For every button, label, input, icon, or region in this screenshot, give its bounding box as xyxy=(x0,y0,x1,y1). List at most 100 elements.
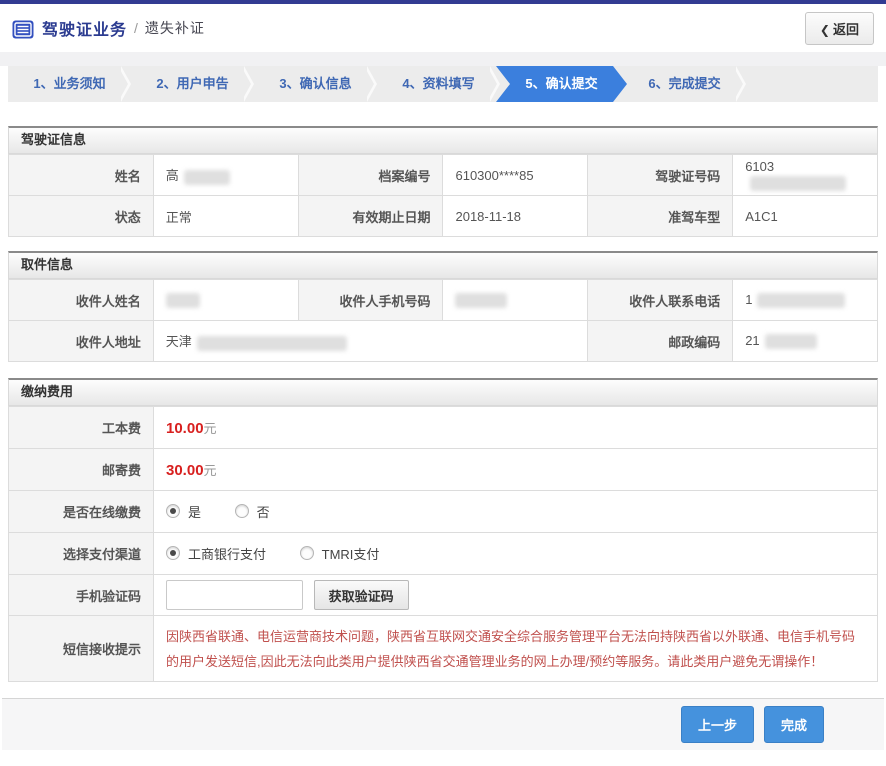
table-row: 是否在线缴费 是 否 xyxy=(9,491,878,533)
table-row: 状态 正常 有效期止日期 2018-11-18 准驾车型 A1C1 xyxy=(9,196,878,237)
fee-unit: 元 xyxy=(204,463,217,478)
radio-option-no[interactable]: 否 xyxy=(235,502,270,521)
radio-icon[interactable] xyxy=(166,504,180,518)
field-value-production-fee: 10.00元 xyxy=(154,407,878,449)
field-value-recipient-mobile xyxy=(443,280,588,321)
chevron-left-icon: ❮ xyxy=(820,23,830,37)
radio-option-icbc-pay[interactable]: 工商银行支付 xyxy=(166,544,266,563)
header-divider-band xyxy=(0,52,886,66)
field-value-sms-code: 获取验证码 xyxy=(154,575,878,616)
field-value-postal-code: 21 xyxy=(733,321,878,362)
pickup-info-table: 收件人姓名 收件人手机号码 收件人联系电话 1 收件人地址 天津 邮政编码 21 xyxy=(8,279,878,362)
redaction-blur xyxy=(750,176,846,191)
field-label-status: 状态 xyxy=(9,196,154,237)
field-label-recipient-address: 收件人地址 xyxy=(9,321,154,362)
section-pickup-info: 取件信息 收件人姓名 收件人手机号码 收件人联系电话 1 收件人地址 天津 邮政… xyxy=(8,251,878,362)
previous-step-button[interactable]: 上一步 xyxy=(681,706,754,743)
field-value-sms-notice: 因陕西省联通、电信运营商技术问题，陕西省互联网交通安全综合服务管理平台无法向持陕… xyxy=(154,616,878,682)
redaction-blur xyxy=(765,334,817,349)
license-form-icon xyxy=(12,20,34,39)
field-value-recipient-phone: 1 xyxy=(733,280,878,321)
table-row: 姓名 高 档案编号 610300****85 驾驶证号码 6103 xyxy=(9,155,878,196)
radio-option-tmri-pay[interactable]: TMRI支付 xyxy=(300,544,380,563)
fee-unit: 元 xyxy=(204,421,217,436)
field-label-name: 姓名 xyxy=(9,155,154,196)
breadcrumb-separator: / xyxy=(134,20,138,36)
field-label-pay-online: 是否在线缴费 xyxy=(9,491,154,533)
step-progress-bar: 1、业务须知 2、用户申告 3、确认信息 4、资料填写 5、确认提交 6、完成提… xyxy=(8,66,878,102)
field-value-file-number: 610300****85 xyxy=(443,155,588,196)
step-bar-filler xyxy=(746,66,878,102)
section-license-info: 驾驶证信息 姓名 高 档案编号 610300****85 驾驶证号码 6103 … xyxy=(8,126,878,237)
field-label-file-number: 档案编号 xyxy=(298,155,443,196)
field-label-recipient-phone: 收件人联系电话 xyxy=(588,280,733,321)
radio-icon[interactable] xyxy=(166,546,180,560)
radio-label: 是 xyxy=(188,502,201,521)
fees-table: 工本费 10.00元 邮寄费 30.00元 是否在线缴费 是 否 选择支付渠道 … xyxy=(8,406,878,682)
license-info-table: 姓名 高 档案编号 610300****85 驾驶证号码 6103 状态 正常 … xyxy=(8,154,878,237)
page: 驾驶证业务 / 遗失补证 ❮返回 1、业务须知 2、用户申告 3、确认信息 4、… xyxy=(0,0,886,766)
field-value-expiry-date: 2018-11-18 xyxy=(443,196,588,237)
field-label-sms-code: 手机验证码 xyxy=(9,575,154,616)
get-sms-code-button[interactable]: 获取验证码 xyxy=(314,580,409,610)
radio-label: 否 xyxy=(257,502,270,521)
field-value-license-number: 6103 xyxy=(733,155,878,196)
finish-button[interactable]: 完成 xyxy=(764,706,824,743)
field-label-payment-channel: 选择支付渠道 xyxy=(9,533,154,575)
field-value-vehicle-class: A1C1 xyxy=(733,196,878,237)
radio-icon[interactable] xyxy=(235,504,249,518)
field-label-recipient-mobile: 收件人手机号码 xyxy=(298,280,443,321)
page-title: 驾驶证业务 xyxy=(42,16,127,40)
sms-notice-text: 因陕西省联通、电信运营商技术问题，陕西省互联网交通安全综合服务管理平台无法向持陕… xyxy=(166,624,865,674)
redaction-blur xyxy=(757,293,845,308)
redaction-blur xyxy=(197,336,347,351)
field-value-status: 正常 xyxy=(153,196,298,237)
back-button[interactable]: ❮返回 xyxy=(805,12,874,45)
redaction-blur xyxy=(184,170,230,185)
field-label-vehicle-class: 准驾车型 xyxy=(588,196,733,237)
table-row: 短信接收提示 因陕西省联通、电信运营商技术问题，陕西省互联网交通安全综合服务管理… xyxy=(9,616,878,682)
sms-code-input[interactable] xyxy=(166,580,303,610)
field-value-recipient-name xyxy=(153,280,298,321)
table-row: 收件人姓名 收件人手机号码 收件人联系电话 1 xyxy=(9,280,878,321)
step-2-user-declaration: 2、用户申告 xyxy=(131,66,254,102)
section-title-pickup: 取件信息 xyxy=(8,251,878,279)
step-1-business-notice: 1、业务须知 xyxy=(8,66,131,102)
section-fees: 缴纳费用 工本费 10.00元 邮寄费 30.00元 是否在线缴费 是 否 选择… xyxy=(8,378,878,682)
field-value-name: 高 xyxy=(153,155,298,196)
breadcrumb-current: 遗失补证 xyxy=(145,18,205,38)
field-label-production-fee: 工本费 xyxy=(9,407,154,449)
radio-label: 工商银行支付 xyxy=(188,544,266,563)
field-label-expiry-date: 有效期止日期 xyxy=(298,196,443,237)
fee-amount: 10.00 xyxy=(166,420,204,437)
table-row: 工本费 10.00元 xyxy=(9,407,878,449)
field-label-sms-notice: 短信接收提示 xyxy=(9,616,154,682)
field-value-recipient-address: 天津 xyxy=(153,321,588,362)
fee-amount: 30.00 xyxy=(166,462,204,479)
step-3-confirm-info: 3、确认信息 xyxy=(254,66,377,102)
field-label-recipient-name: 收件人姓名 xyxy=(9,280,154,321)
field-value-mailing-fee: 30.00元 xyxy=(154,449,878,491)
redaction-blur xyxy=(455,293,507,308)
field-label-license-number: 驾驶证号码 xyxy=(588,155,733,196)
redaction-blur xyxy=(166,293,200,308)
table-row: 手机验证码 获取验证码 xyxy=(9,575,878,616)
radio-option-yes[interactable]: 是 xyxy=(166,502,201,521)
section-title-fees: 缴纳费用 xyxy=(8,378,878,406)
step-5-confirm-submit-active: 5、确认提交 xyxy=(496,66,627,102)
table-row: 选择支付渠道 工商银行支付 TMRI支付 xyxy=(9,533,878,575)
radio-label: TMRI支付 xyxy=(322,544,380,563)
step-6-complete-submit: 6、完成提交 xyxy=(623,66,746,102)
section-title-license: 驾驶证信息 xyxy=(8,126,878,154)
field-value-pay-online: 是 否 xyxy=(154,491,878,533)
back-button-label: 返回 xyxy=(833,22,859,37)
step-4-fill-data: 4、资料填写 xyxy=(377,66,500,102)
header: 驾驶证业务 / 遗失补证 ❮返回 xyxy=(0,4,886,52)
radio-icon[interactable] xyxy=(300,546,314,560)
field-value-payment-channel: 工商银行支付 TMRI支付 xyxy=(154,533,878,575)
field-label-mailing-fee: 邮寄费 xyxy=(9,449,154,491)
field-label-postal-code: 邮政编码 xyxy=(588,321,733,362)
footer-action-bar: 上一步 完成 xyxy=(2,698,884,750)
table-row: 邮寄费 30.00元 xyxy=(9,449,878,491)
table-row: 收件人地址 天津 邮政编码 21 xyxy=(9,321,878,362)
